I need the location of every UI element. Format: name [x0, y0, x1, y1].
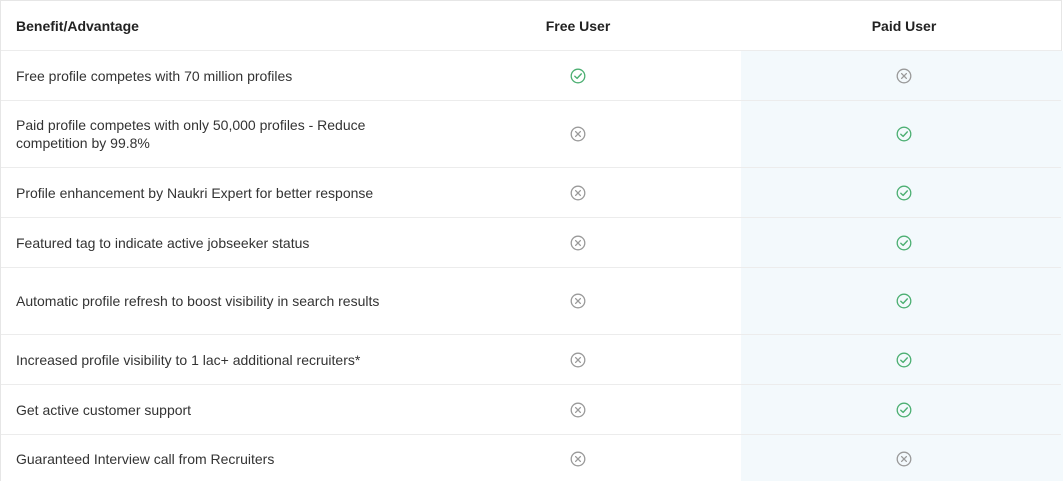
check-circle-icon [896, 293, 912, 309]
benefit-label: Profile enhancement by Naukri Expert for… [16, 184, 374, 201]
free-user-cell [478, 435, 678, 483]
benefit-cell: Get active customer support [16, 385, 416, 434]
table-row: Free profile competes with 70 million pr… [1, 51, 1061, 101]
free-user-cell [478, 218, 678, 267]
header-free-label: Free User [545, 17, 611, 34]
free-user-cell [478, 51, 678, 100]
free-user-cell [478, 168, 678, 217]
table-header-row: Benefit/Advantage Free User Paid User [1, 1, 1061, 51]
benefit-cell: Profile enhancement by Naukri Expert for… [16, 168, 416, 217]
free-user-cell [478, 101, 678, 167]
benefit-cell: Increased profile visibility to 1 lac+ a… [16, 335, 416, 384]
check-circle-icon [896, 185, 912, 201]
benefit-label: Free profile competes with 70 million pr… [16, 67, 293, 84]
paid-user-cell [804, 335, 1004, 384]
benefit-cell: Paid profile competes with only 50,000 p… [16, 101, 416, 167]
paid-user-cell [804, 268, 1004, 334]
paid-user-cell [804, 218, 1004, 267]
benefit-label: Guaranteed Interview call from Recruiter… [16, 451, 275, 467]
check-circle-icon [896, 235, 912, 251]
check-circle-icon [896, 402, 912, 418]
comparison-table: Benefit/Advantage Free User Paid User Fr… [0, 0, 1063, 483]
cross-circle-icon [570, 293, 586, 309]
table-row: Increased profile visibility to 1 lac+ a… [1, 335, 1061, 385]
paid-user-cell [804, 435, 1004, 483]
paid-user-cell [804, 385, 1004, 434]
benefit-cell: Automatic profile refresh to boost visib… [16, 268, 416, 334]
paid-user-cell [804, 168, 1004, 217]
header-free-user: Free User [478, 1, 678, 50]
cross-circle-icon [570, 402, 586, 418]
cross-circle-icon [896, 451, 912, 467]
free-user-cell [478, 385, 678, 434]
free-user-cell [478, 335, 678, 384]
cross-circle-icon [570, 451, 586, 467]
table-row: Guaranteed Interview call from Recruiter… [1, 435, 1061, 483]
paid-user-cell [804, 51, 1004, 100]
benefit-cell: Featured tag to indicate active jobseeke… [16, 218, 416, 267]
check-circle-icon [896, 126, 912, 142]
table-row: Profile enhancement by Naukri Expert for… [1, 168, 1061, 218]
benefit-cell: Free profile competes with 70 million pr… [16, 51, 416, 100]
table-row: Paid profile competes with only 50,000 p… [1, 101, 1061, 168]
header-benefit: Benefit/Advantage [16, 1, 416, 50]
cross-circle-icon [570, 126, 586, 142]
header-paid-user: Paid User [804, 1, 1004, 50]
paid-user-cell [804, 101, 1004, 167]
cross-circle-icon [570, 352, 586, 368]
benefit-label: Paid profile competes with only 50,000 p… [16, 117, 366, 151]
table-row: Automatic profile refresh to boost visib… [1, 268, 1061, 335]
header-paid-label: Paid User [871, 17, 937, 34]
table-row: Get active customer support [1, 385, 1061, 435]
benefit-label: Featured tag to indicate active jobseeke… [16, 234, 310, 251]
benefit-label: Automatic profile refresh to boost visib… [16, 293, 380, 309]
benefit-label: Get active customer support [16, 401, 192, 418]
cross-circle-icon [570, 185, 586, 201]
benefit-cell: Guaranteed Interview call from Recruiter… [16, 435, 416, 483]
check-circle-icon [570, 68, 586, 84]
cross-circle-icon [896, 68, 912, 84]
check-circle-icon [896, 352, 912, 368]
table-row: Featured tag to indicate active jobseeke… [1, 218, 1061, 268]
free-user-cell [478, 268, 678, 334]
benefit-label: Increased profile visibility to 1 lac+ a… [16, 351, 361, 368]
header-benefit-label: Benefit/Advantage [16, 17, 139, 34]
cross-circle-icon [570, 235, 586, 251]
